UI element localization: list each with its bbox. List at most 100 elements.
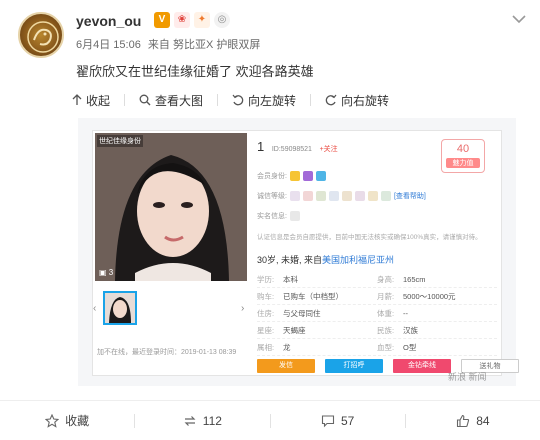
verified-v-icon[interactable]: V	[154, 12, 170, 28]
uid-number: 1	[257, 139, 265, 154]
toolbar-divider	[310, 94, 312, 106]
rotate-right-button[interactable]: 向右旋转	[325, 90, 403, 110]
cert-icon	[328, 191, 339, 201]
detail-value: 龙	[283, 342, 291, 352]
charm-value: 40	[456, 143, 470, 155]
thumbs-up-icon	[457, 414, 470, 427]
magnifier-icon	[139, 94, 151, 106]
rotate-right-icon	[325, 94, 337, 106]
view-large-button[interactable]: 查看大图	[139, 90, 217, 110]
crown-icon	[302, 171, 313, 181]
cert-help-link[interactable]: [查看帮助]	[394, 191, 426, 201]
thumbnail[interactable]	[103, 291, 137, 325]
charm-badge: 40 魅力值	[441, 139, 485, 173]
toolbar-divider	[217, 94, 219, 106]
profile-card: 世纪佳缘身份 ▣ 3 ‹ › 加不在线，最近登录时间：2019-01-13 08…	[92, 130, 519, 376]
profile-summary: 30岁, 未婚, 来自美国加利福尼亚州	[257, 253, 394, 266]
dragon-logo-icon	[27, 21, 59, 53]
cert-label: 诚信等级:	[257, 193, 287, 200]
real-name-label: 实名信息:	[257, 213, 287, 220]
post-image[interactable]: 世纪佳缘身份 ▣ 3 ‹ › 加不在线，最近登录时间：2019-01-13 08…	[78, 118, 519, 386]
username[interactable]: yevon_ou	[76, 13, 141, 29]
thumbnail-image	[105, 293, 135, 323]
rotate-right-label: 向右旋转	[341, 93, 390, 108]
like-button[interactable]: 84	[406, 401, 540, 440]
post-date[interactable]: 6月4日 15:06	[76, 39, 141, 51]
thumbnail-strip: ‹ ›	[93, 291, 247, 331]
photo-count-value: 3	[108, 268, 114, 277]
view-large-label: 查看大图	[155, 93, 204, 108]
detail-value: 天蝎座	[283, 325, 306, 335]
cert-note: 认证信息是会员自愿提供，目前中国无法核实或确保100%真实，请谨慎对待。	[257, 234, 482, 241]
real-name-row: 实名信息:	[257, 211, 300, 221]
collapse-button[interactable]: 收起	[72, 90, 124, 110]
summary-location[interactable]: 美国加利福尼亚州	[322, 255, 394, 265]
cert-icon	[367, 191, 378, 201]
cert-row: 诚信等级: [查看帮助]	[257, 191, 426, 201]
detail-value: --	[403, 308, 408, 318]
gift-icon[interactable]: ❀	[174, 12, 190, 28]
weibo-post: yevon_ou V ❀ ✦ ◎ 6月4日 15:06 来自 努比亚X 护眼双屏…	[0, 0, 540, 440]
like-count: 84	[476, 413, 490, 428]
detail-key: 住房:	[257, 308, 275, 318]
user-badges: V ❀ ✦ ◎	[154, 12, 230, 28]
detail-key: 身高:	[377, 274, 395, 284]
rocket-icon[interactable]: ✦	[194, 12, 210, 28]
detail-key: 民族:	[377, 325, 395, 335]
detail-row: 住房: 与父母同住 体重: --	[257, 305, 497, 322]
detail-key: 购车:	[257, 291, 275, 301]
greet-button[interactable]: 打招呼	[325, 359, 383, 373]
detail-value: 与父母同住	[283, 308, 321, 318]
favorite-button[interactable]: 收藏	[0, 401, 134, 440]
repost-count: 112	[202, 413, 222, 428]
cert-icon	[341, 191, 352, 201]
matchmaking-button[interactable]: 金钻牵线	[393, 359, 451, 373]
post-meta: 6月4日 15:06 来自 努比亚X 护眼双屏	[76, 36, 264, 52]
uid: ID:59098521	[271, 146, 312, 153]
detail-value: O型	[403, 342, 417, 352]
repost-button[interactable]: 112	[135, 401, 269, 440]
detail-value: 5000～10000元	[403, 291, 456, 301]
post-text: 翟欣欣又在世纪佳缘征婚了 欢迎各路英雄	[76, 64, 314, 79]
detail-key: 体重:	[377, 308, 395, 318]
follow-button[interactable]: +关注	[320, 146, 338, 153]
detail-key: 星座:	[257, 325, 275, 335]
cert-icon	[289, 191, 300, 201]
star-icon	[45, 413, 60, 428]
member-label: 会员身份:	[257, 173, 287, 180]
id-card-icon	[289, 211, 300, 221]
send-message-button[interactable]: 发信	[257, 359, 315, 373]
detail-value: 汉族	[403, 325, 418, 335]
thumb-prev-icon[interactable]: ‹	[93, 303, 96, 314]
detail-key: 月薪:	[377, 291, 395, 301]
toolbar-divider	[124, 94, 126, 106]
portrait-image	[95, 133, 247, 281]
login-info: 加不在线，最近登录时间：2019-01-13 08:39	[97, 349, 237, 356]
post-source: 来自 努比亚X 护眼双屏	[147, 39, 261, 51]
thumb-next-icon[interactable]: ›	[241, 303, 244, 314]
profile-details-grid: 学历: 本科 身高: 165cm 购车: 已购车（中档型） 月薪: 5000～1…	[257, 271, 497, 356]
post-action-bar: 收藏 112 57 84	[0, 400, 540, 440]
repost-icon	[184, 415, 196, 426]
charm-label: 魅力值	[446, 158, 480, 168]
chat-icon	[315, 171, 326, 181]
cert-icon	[380, 191, 391, 201]
ring-icon[interactable]: ◎	[214, 12, 230, 28]
member-row: 会员身份:	[257, 171, 326, 181]
cert-icon	[302, 191, 313, 201]
rotate-left-button[interactable]: 向左旋转	[232, 90, 310, 110]
photo-tag: 世纪佳缘身份	[97, 135, 143, 147]
detail-row: 学历: 本科 身高: 165cm	[257, 271, 497, 288]
detail-row: 星座: 天蝎座 民族: 汉族	[257, 322, 497, 339]
detail-value: 165cm	[403, 274, 426, 284]
collapse-label: 收起	[86, 93, 111, 108]
chevron-down-icon[interactable]	[512, 14, 526, 24]
camera-icon: ▣	[99, 268, 107, 277]
watermark: 新浪 新闻	[448, 372, 487, 382]
summary-prefix: 30岁, 未婚, 来自	[257, 255, 323, 265]
detail-key: 血型:	[377, 342, 395, 352]
rotate-left-icon	[232, 94, 244, 106]
avatar[interactable]	[18, 12, 64, 58]
comment-button[interactable]: 57	[271, 401, 405, 440]
detail-row: 属相: 龙 血型: O型	[257, 339, 497, 356]
